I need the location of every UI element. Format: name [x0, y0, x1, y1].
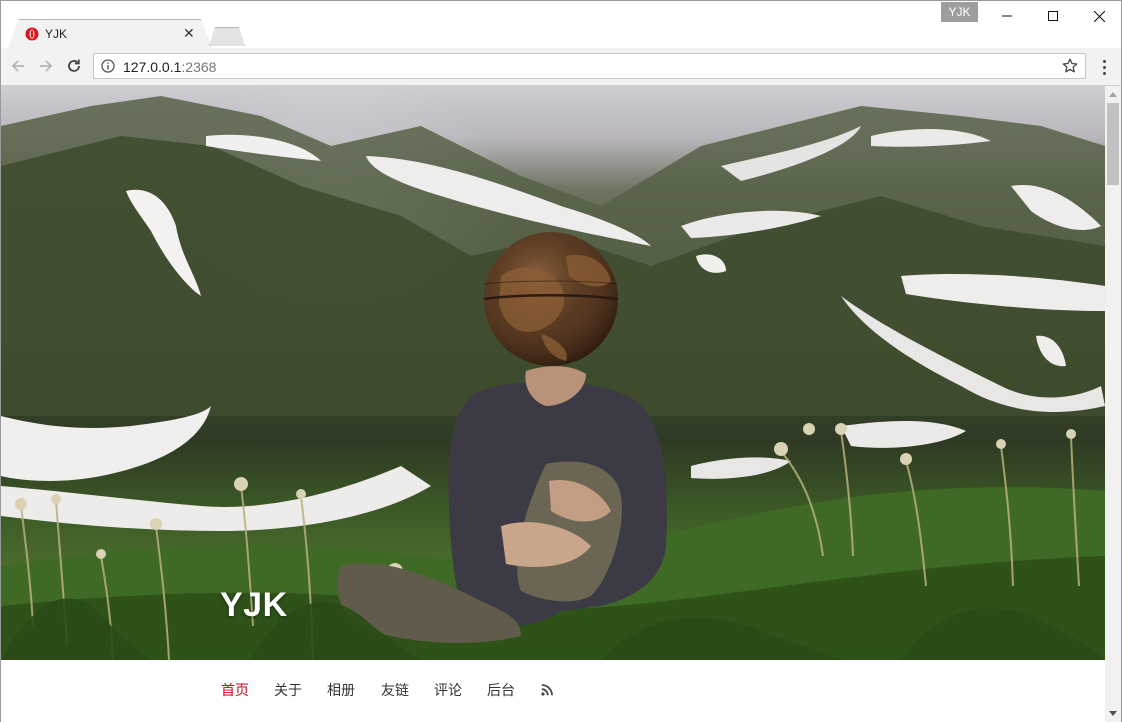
back-button[interactable]: [8, 56, 28, 76]
browser-window: YJK ✕ YJK 127.0.0.1:2368 YJK 首页 关于 相册 友链…: [0, 0, 1122, 722]
url-port: :2368: [181, 59, 217, 75]
nav-item-comments[interactable]: 评论: [434, 682, 462, 698]
nav-item-home[interactable]: 首页: [221, 682, 249, 698]
minimize-icon: [1002, 15, 1012, 17]
page-scrollbar[interactable]: [1105, 86, 1121, 722]
scroll-up-button[interactable]: [1105, 86, 1121, 102]
arrow-right-icon: [40, 60, 53, 72]
tab-title: YJK: [45, 27, 68, 41]
url-text[interactable]: 127.0.0.1:2368: [123, 59, 216, 75]
arrow-left-icon: [11, 60, 24, 72]
maximize-icon: [1048, 11, 1058, 21]
hero-illustration: [1, 96, 1105, 660]
reload-icon: [68, 59, 80, 72]
page-viewport: YJK: [1, 86, 1105, 722]
chevron-up-icon: [1109, 92, 1117, 97]
minimize-button[interactable]: [984, 1, 1030, 31]
nav-item-links[interactable]: 友链: [381, 682, 409, 698]
browser-toolbar: 127.0.0.1:2368: [1, 48, 1121, 86]
new-tab-button[interactable]: [209, 27, 245, 46]
title-bar: YJK ✕ YJK: [1, 1, 1121, 48]
scrollbar-thumb[interactable]: [1107, 103, 1119, 185]
profile-badge[interactable]: YJK: [941, 2, 978, 22]
browser-menu-icon[interactable]: [1095, 57, 1113, 77]
reload-button[interactable]: [64, 56, 84, 76]
maximize-button[interactable]: [1030, 1, 1076, 31]
close-window-button[interactable]: [1076, 1, 1122, 31]
nav-item-album[interactable]: 相册: [327, 682, 355, 698]
opera-icon: [25, 27, 39, 41]
hero-image: YJK: [1, 86, 1105, 660]
close-icon: [1093, 10, 1105, 22]
tab-close-icon[interactable]: ✕: [183, 25, 195, 41]
nav-item-admin[interactable]: 后台: [487, 682, 515, 698]
rss-icon[interactable]: [541, 684, 553, 696]
info-icon[interactable]: [101, 59, 115, 73]
nav-item-about[interactable]: 关于: [274, 682, 302, 698]
chevron-down-icon: [1109, 711, 1117, 716]
url-host: 127.0.0.1: [123, 59, 182, 75]
bookmark-star-icon[interactable]: [1061, 57, 1079, 75]
address-bar[interactable]: 127.0.0.1:2368: [93, 53, 1086, 79]
scroll-down-button[interactable]: [1105, 706, 1121, 722]
site-navbar: [1, 660, 1105, 722]
blog-title[interactable]: YJK: [220, 586, 288, 625]
forward-button[interactable]: [36, 56, 56, 76]
